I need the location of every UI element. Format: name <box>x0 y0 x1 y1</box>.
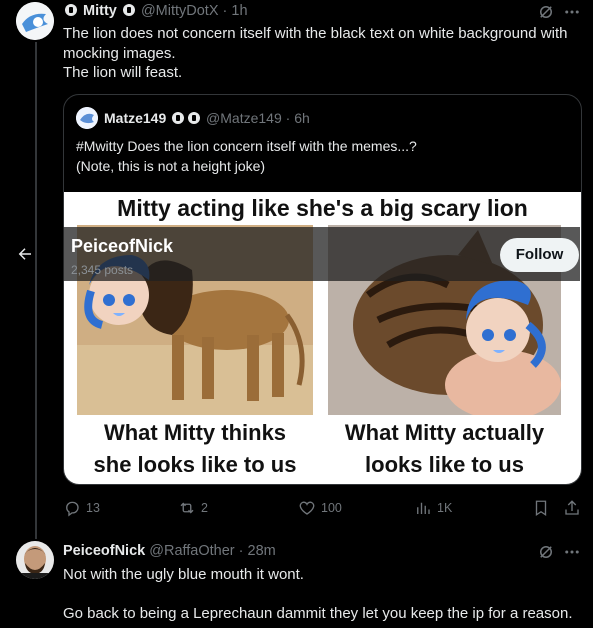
reply-post-time[interactable]: 28m <box>248 543 276 559</box>
affiliate-badge-icon <box>65 4 77 16</box>
like-count: 100 <box>321 501 342 515</box>
like-icon <box>299 501 315 515</box>
like-button[interactable]: 100 <box>298 499 342 517</box>
meme-left-caption: What Mitty thinks she looks like to us <box>77 417 313 481</box>
reply-post-display-name[interactable]: PeiceofNick <box>63 543 145 559</box>
reply-icon <box>66 501 79 517</box>
bookmark-icon[interactable] <box>532 499 550 517</box>
main-post-time[interactable]: 1h <box>231 3 247 19</box>
profile-header-overlay: PeiceofNick 2,345 posts Follow <box>63 227 580 281</box>
overlay-post-count: 2,345 posts <box>71 263 134 277</box>
views-button[interactable]: 1K <box>414 499 452 517</box>
main-post-line: The lion will feast. <box>63 64 183 81</box>
main-post-header: Mitty @MittyDotX · 1h <box>63 3 248 19</box>
main-post-handle[interactable]: @MittyDotX <box>141 3 219 19</box>
reply-post-line: Not with the ugly blue mouth it wont. <box>63 566 304 583</box>
caption-line: she looks like to us <box>93 452 297 477</box>
quoted-post-line: #Mwitty Does the lion concern itself wit… <box>76 138 417 154</box>
quoted-post-text: #Mwitty Does the lion concern itself wit… <box>76 136 417 176</box>
meme-title: Mitty acting like she's a big scary lion <box>117 195 528 221</box>
reply-post-line <box>63 585 588 605</box>
verified-badge-icon <box>122 4 135 16</box>
avatar-peiceofnick[interactable] <box>16 541 54 579</box>
more-icon[interactable] <box>563 3 581 21</box>
more-icon[interactable] <box>563 543 581 561</box>
follow-button[interactable]: Follow <box>500 238 579 272</box>
repost-icon <box>180 502 194 514</box>
views-icon <box>417 502 430 514</box>
grok-icon[interactable] <box>537 543 555 561</box>
thread-connector <box>35 42 37 539</box>
reply-post-handle[interactable]: @RaffaOther <box>149 543 234 559</box>
quoted-post-handle: @Matze149 <box>206 110 282 126</box>
meme-right-caption: What Mitty actually looks like to us <box>328 417 561 481</box>
caption-line: What Mitty thinks <box>103 420 287 445</box>
quoted-post-display-name: Matze149 <box>104 110 167 126</box>
reply-button[interactable]: 13 <box>63 499 100 517</box>
main-post-line: The lion does not concern itself with th… <box>63 25 568 42</box>
repost-button[interactable]: 2 <box>178 499 208 517</box>
main-post-text: The lion does not concern itself with th… <box>63 24 583 83</box>
overlay-profile-name[interactable]: PeiceofNick <box>71 236 173 257</box>
caption-line: What Mitty actually <box>344 420 545 445</box>
quoted-post-header: Matze149 @Matze149 · 6h <box>104 110 310 126</box>
main-post-display-name[interactable]: Mitty <box>83 3 117 19</box>
view-count: 1K <box>437 501 453 515</box>
grok-icon[interactable] <box>537 3 555 21</box>
caption-line: looks like to us <box>365 452 524 477</box>
reply-count: 13 <box>86 501 100 515</box>
back-arrow-icon[interactable] <box>16 245 34 263</box>
badge-icon <box>188 112 201 124</box>
quoted-post-time: 6h <box>294 110 310 126</box>
repost-count: 2 <box>201 501 208 515</box>
avatar-mitty[interactable] <box>16 2 54 40</box>
quoted-post-line: (Note, this is not a height joke) <box>76 158 266 174</box>
main-post-line: mocking images. <box>63 44 176 62</box>
reply-post-line: Go back to being a Leprechaun dammit the… <box>63 605 573 622</box>
avatar-matze149 <box>76 107 98 129</box>
badge-icon <box>172 112 185 124</box>
reply-post-header: PeiceofNick @RaffaOther · 28m <box>63 543 276 559</box>
share-icon[interactable] <box>563 499 581 517</box>
quoted-post-card[interactable]: Matze149 @Matze149 · 6h #Mwitty Does the… <box>63 94 582 485</box>
reply-post-text: Not with the ugly blue mouth it wont. Go… <box>63 565 588 624</box>
